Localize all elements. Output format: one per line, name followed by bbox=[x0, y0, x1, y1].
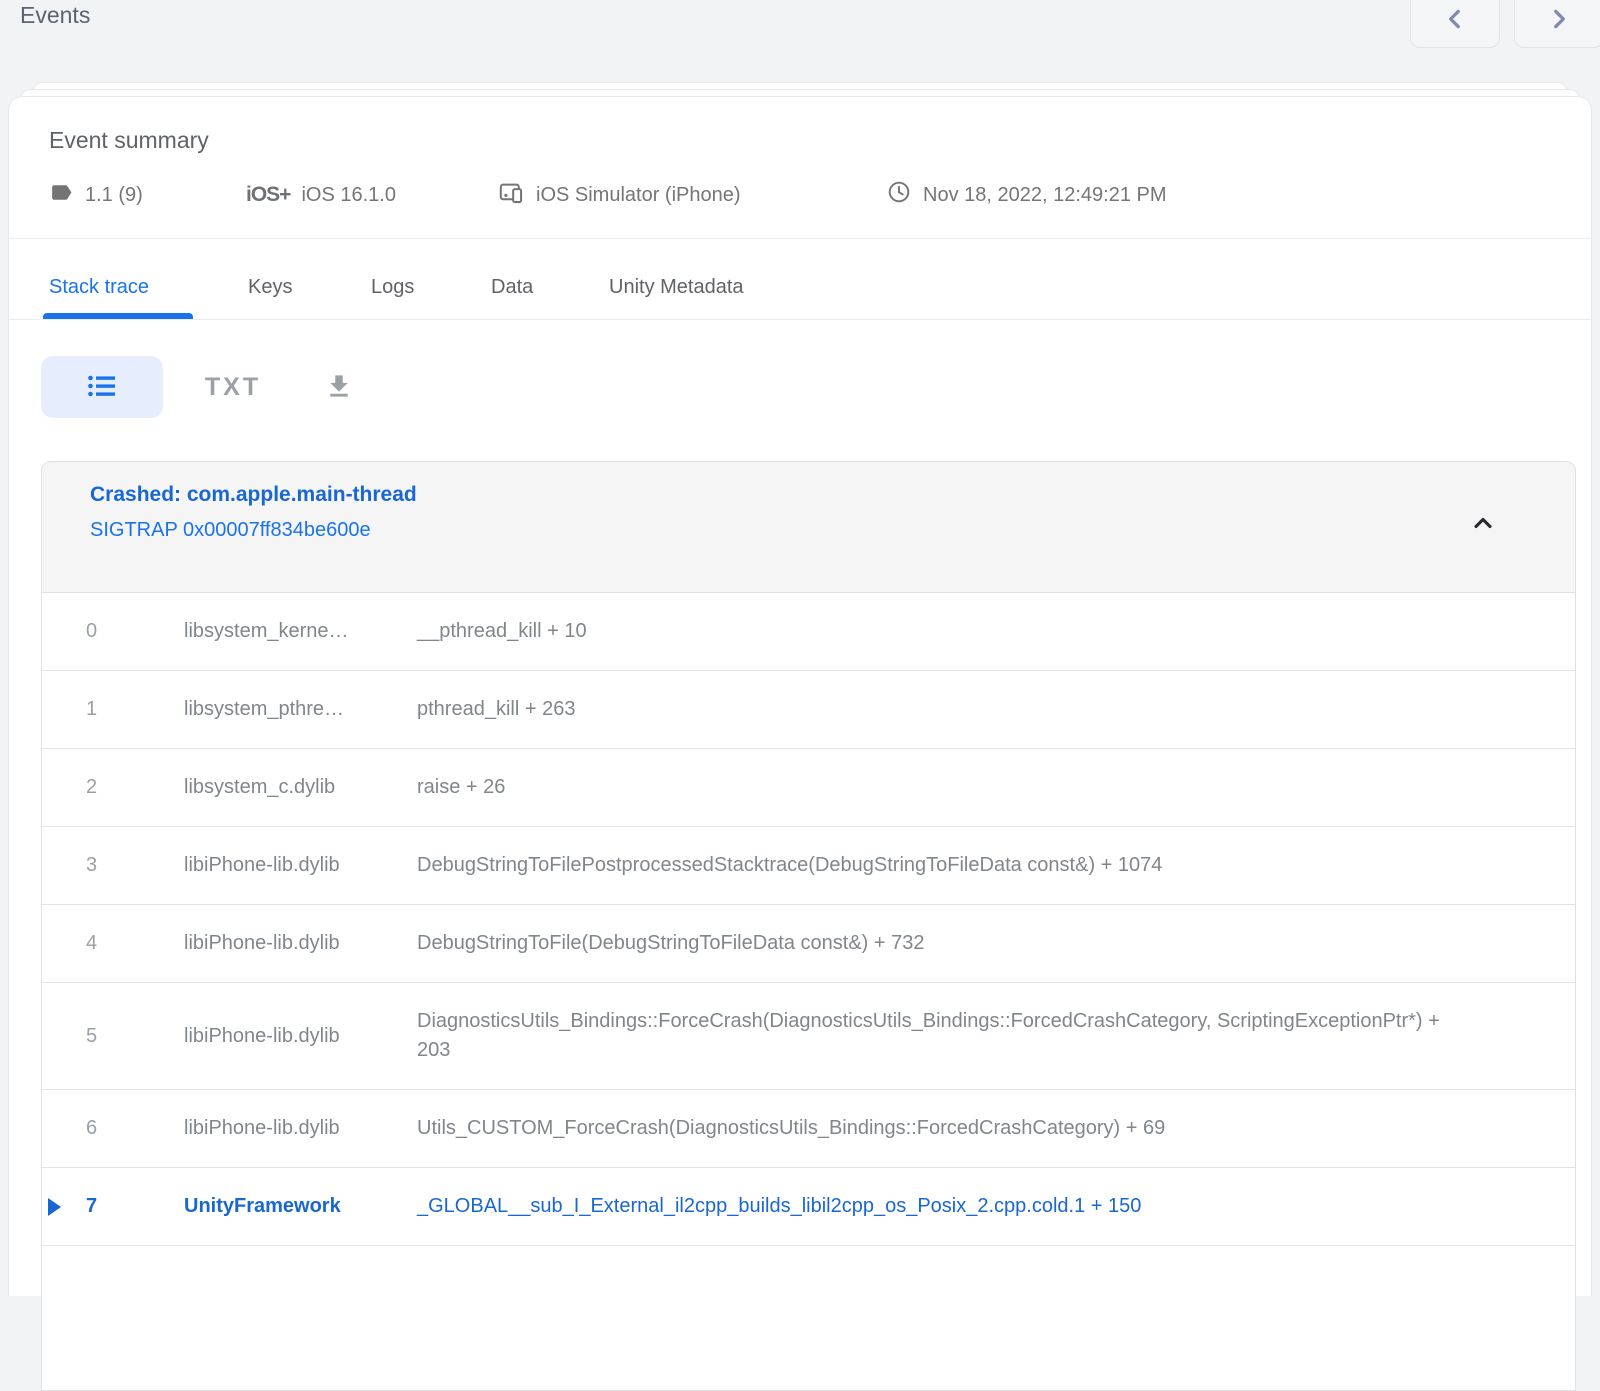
txt-view-toggle-button[interactable]: TXT bbox=[185, 365, 281, 409]
frame-library: libiPhone-lib.dylib bbox=[184, 851, 417, 880]
event-card: Event summary 1.1 (9) iOS+ iOS 16.1.0 iO… bbox=[8, 96, 1592, 1296]
stack-frame-row[interactable]: 4 libiPhone-lib.dylib DebugStringToFile(… bbox=[42, 905, 1575, 983]
frame-index: 2 bbox=[86, 773, 184, 802]
download-icon bbox=[324, 371, 354, 404]
frame-symbol: DebugStringToFilePostprocessedStacktrace… bbox=[417, 851, 1457, 880]
timestamp-badge-label: Nov 18, 2022, 12:49:21 PM bbox=[923, 184, 1167, 207]
frame-index: 3 bbox=[86, 851, 184, 880]
os-badge-label: iOS 16.1.0 bbox=[301, 184, 396, 207]
collapse-thread-button[interactable] bbox=[1461, 502, 1505, 546]
stack-frame-row[interactable]: 5 libiPhone-lib.dylib DiagnosticsUtils_B… bbox=[42, 983, 1575, 1090]
crash-frame-marker-icon bbox=[48, 1198, 62, 1216]
event-summary-heading: Event summary bbox=[49, 127, 209, 154]
download-button[interactable] bbox=[309, 363, 369, 411]
crash-signal-subtitle: SIGTRAP 0x00007ff834be600e bbox=[90, 519, 1575, 542]
stack-frame-list: 0 libsystem_kerne… __pthread_kill + 10 1… bbox=[42, 593, 1575, 1246]
device-icon bbox=[498, 179, 525, 212]
os-badge: iOS+ iOS 16.1.0 bbox=[246, 179, 396, 211]
stack-trace-card: Crashed: com.apple.main-thread SIGTRAP 0… bbox=[41, 461, 1576, 1391]
frame-symbol: Utils_CUSTOM_ForceCrash(DiagnosticsUtils… bbox=[417, 1114, 1457, 1143]
tab-data[interactable]: Data bbox=[491, 255, 533, 319]
version-badge-label: 1.1 (9) bbox=[85, 184, 143, 207]
tab-stack-trace[interactable]: Stack trace bbox=[49, 255, 149, 319]
tabs-divider bbox=[9, 319, 1591, 320]
previous-event-button[interactable] bbox=[1410, 0, 1500, 48]
frame-symbol: __pthread_kill + 10 bbox=[417, 617, 1457, 646]
device-badge: iOS Simulator (iPhone) bbox=[498, 179, 741, 211]
stack-frame-row[interactable]: 7 UnityFramework _GLOBAL__sub_I_External… bbox=[42, 1168, 1575, 1246]
tab-unity-metadata[interactable]: Unity Metadata bbox=[609, 255, 744, 319]
stack-frame-row[interactable]: 3 libiPhone-lib.dylib DebugStringToFileP… bbox=[42, 827, 1575, 905]
frame-library: libiPhone-lib.dylib bbox=[184, 1114, 417, 1143]
timestamp-badge: Nov 18, 2022, 12:49:21 PM bbox=[886, 179, 1167, 211]
frame-index: 5 bbox=[86, 1022, 184, 1051]
frame-library: libiPhone-lib.dylib bbox=[184, 929, 417, 958]
page-title: Events bbox=[20, 2, 90, 29]
crash-thread-title: Crashed: com.apple.main-thread bbox=[90, 483, 1575, 507]
list-view-toggle-button[interactable] bbox=[41, 356, 163, 418]
frame-index: 6 bbox=[86, 1114, 184, 1143]
frame-index: 0 bbox=[86, 617, 184, 646]
tag-icon bbox=[49, 180, 74, 211]
topbar: Events bbox=[0, 0, 1600, 60]
frame-symbol: raise + 26 bbox=[417, 773, 1457, 802]
frame-symbol: _GLOBAL__sub_I_External_il2cpp_builds_li… bbox=[417, 1192, 1457, 1221]
tab-logs[interactable]: Logs bbox=[371, 255, 414, 319]
next-event-button[interactable] bbox=[1514, 0, 1600, 48]
ios-platform-icon: iOS+ bbox=[246, 183, 290, 207]
frame-library: libiPhone-lib.dylib bbox=[184, 1022, 417, 1051]
frame-symbol: pthread_kill + 263 bbox=[417, 695, 1457, 724]
clock-icon bbox=[886, 179, 912, 211]
frame-symbol: DebugStringToFile(DebugStringToFileData … bbox=[417, 929, 1457, 958]
crash-thread-header: Crashed: com.apple.main-thread SIGTRAP 0… bbox=[42, 462, 1575, 593]
frame-library: UnityFramework bbox=[184, 1192, 417, 1221]
chevron-right-icon bbox=[1546, 6, 1572, 35]
frame-index: 4 bbox=[86, 929, 184, 958]
stack-frame-row[interactable]: 2 libsystem_c.dylib raise + 26 bbox=[42, 749, 1575, 827]
list-icon bbox=[86, 372, 118, 403]
frame-symbol: DiagnosticsUtils_Bindings::ForceCrash(Di… bbox=[417, 1007, 1457, 1065]
version-badge: 1.1 (9) bbox=[49, 179, 143, 211]
tab-keys[interactable]: Keys bbox=[248, 255, 292, 319]
frame-library: libsystem_c.dylib bbox=[184, 773, 417, 802]
summary-divider bbox=[9, 238, 1591, 239]
frame-index: 7 bbox=[86, 1192, 184, 1221]
stack-frame-row[interactable]: 0 libsystem_kerne… __pthread_kill + 10 bbox=[42, 593, 1575, 671]
chevron-up-icon bbox=[1469, 509, 1497, 540]
chevron-left-icon bbox=[1442, 6, 1468, 35]
stack-frame-row[interactable]: 1 libsystem_pthre… pthread_kill + 263 bbox=[42, 671, 1575, 749]
stack-frame-row[interactable]: 6 libiPhone-lib.dylib Utils_CUSTOM_Force… bbox=[42, 1090, 1575, 1168]
device-badge-label: iOS Simulator (iPhone) bbox=[536, 184, 741, 207]
frame-library: libsystem_pthre… bbox=[184, 695, 417, 724]
frame-library: libsystem_kerne… bbox=[184, 617, 417, 646]
frame-index: 1 bbox=[86, 695, 184, 724]
